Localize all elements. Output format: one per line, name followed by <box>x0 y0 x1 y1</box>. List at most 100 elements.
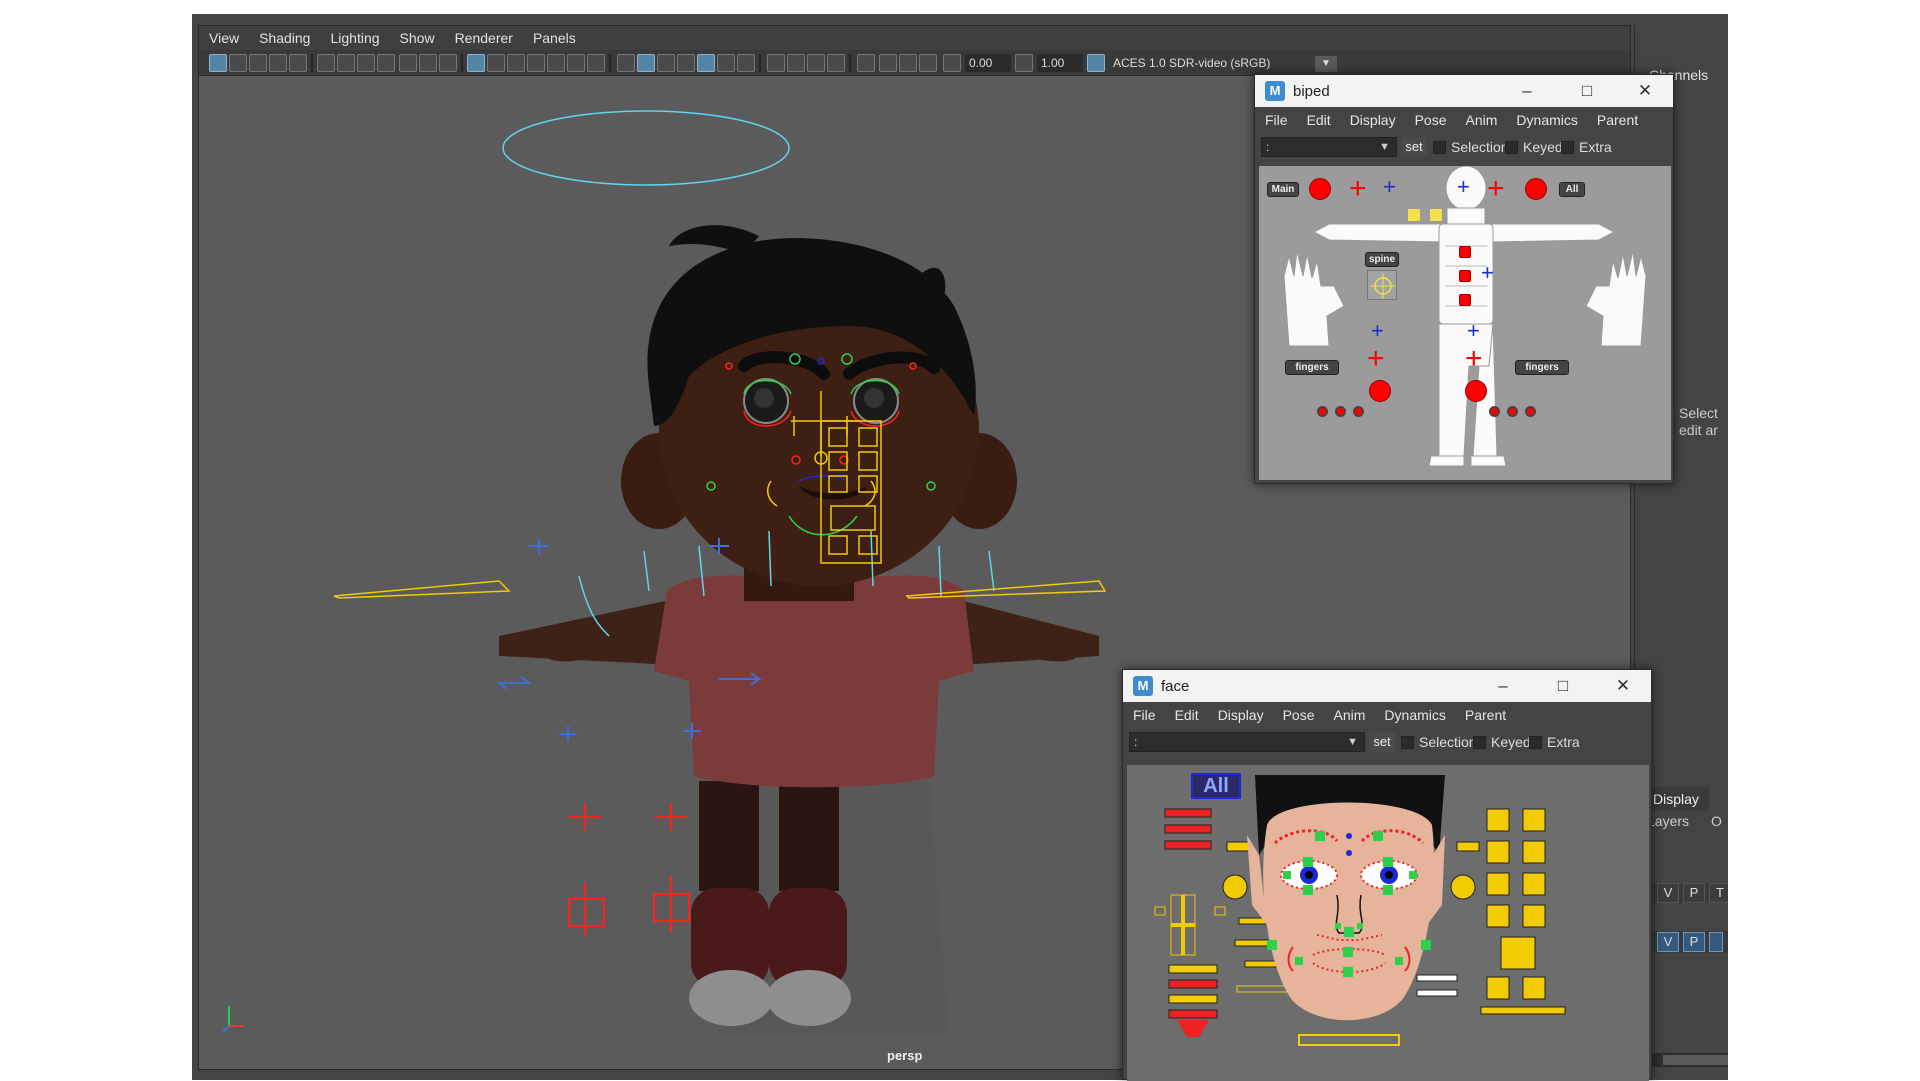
menu-parent[interactable]: Parent <box>1465 707 1506 723</box>
bookmark-icon[interactable] <box>377 54 395 72</box>
right-toe-control[interactable] <box>1507 406 1518 417</box>
scrollbar-thumb[interactable] <box>1663 1055 1728 1065</box>
camera-attributes-icon[interactable] <box>229 54 247 72</box>
ambient-occlusion-icon[interactable] <box>767 54 785 72</box>
left-shoulder-cross-icon[interactable]: + <box>1383 176 1396 198</box>
textured-icon[interactable] <box>697 54 715 72</box>
left-ik-fk-switch[interactable] <box>1309 178 1331 200</box>
menu-anim[interactable]: Anim <box>1466 112 1498 128</box>
select-camera-icon[interactable] <box>209 54 227 72</box>
exposure-icon[interactable] <box>943 54 961 72</box>
spine-mid-control[interactable] <box>1459 270 1471 282</box>
left-foot-control[interactable] <box>1369 380 1391 402</box>
fingers-right-button[interactable]: fingers <box>1515 360 1569 375</box>
isolate-icon[interactable] <box>399 54 417 72</box>
wireframe-on-shaded-icon[interactable] <box>677 54 695 72</box>
xray-active-icon[interactable] <box>899 54 917 72</box>
menu-display[interactable]: Display <box>1350 112 1396 128</box>
depth-of-field-icon[interactable] <box>827 54 845 72</box>
right-arm-pole-cross-icon[interactable]: + <box>1487 174 1505 204</box>
namespace-dropdown[interactable]: : ▼ <box>1261 137 1397 157</box>
set-button[interactable]: set <box>1401 137 1427 157</box>
dropdown-arrow-icon[interactable]: ▼ <box>1315 56 1337 72</box>
close-icon[interactable]: ✕ <box>1635 81 1655 101</box>
menu-anim[interactable]: Anim <box>1334 707 1366 723</box>
options-menu[interactable]: O <box>1711 813 1722 829</box>
template-toggle[interactable] <box>1709 932 1723 952</box>
visibility-toggle[interactable]: V <box>1657 883 1679 903</box>
menu-dynamics[interactable]: Dynamics <box>1384 707 1445 723</box>
smooth-shade-icon[interactable] <box>637 54 655 72</box>
template-toggle[interactable]: T <box>1709 883 1728 903</box>
left-toe-control[interactable] <box>1335 406 1346 417</box>
shadows-icon[interactable] <box>737 54 755 72</box>
exposure-field[interactable]: 0.00 <box>965 54 1011 72</box>
close-icon[interactable]: ✕ <box>1613 676 1633 696</box>
main-button[interactable]: Main <box>1267 182 1299 197</box>
antialiasing-icon[interactable] <box>807 54 825 72</box>
set-button[interactable]: set <box>1369 732 1395 752</box>
spine-button[interactable]: spine <box>1365 252 1399 267</box>
right-ik-fk-switch[interactable] <box>1525 178 1547 200</box>
menu-file[interactable]: File <box>1133 707 1156 723</box>
right-toe-control[interactable] <box>1525 406 1536 417</box>
minimize-icon[interactable]: – <box>1493 676 1513 696</box>
layers-menu[interactable]: Layers <box>1647 813 1689 829</box>
resolution-gate-icon[interactable] <box>507 54 525 72</box>
keyed-checkbox[interactable] <box>1473 736 1486 749</box>
menu-view[interactable]: View <box>209 30 239 46</box>
bookmarks-icon[interactable] <box>249 54 267 72</box>
menu-renderer[interactable]: Renderer <box>455 30 513 46</box>
default-material-icon[interactable] <box>657 54 675 72</box>
biped-titlebar[interactable]: M biped – □ ✕ <box>1255 75 1673 107</box>
safe-action-icon[interactable] <box>567 54 585 72</box>
menu-file[interactable]: File <box>1265 112 1288 128</box>
torso-cross-icon[interactable]: + <box>1481 262 1494 284</box>
menu-pose[interactable]: Pose <box>1283 707 1315 723</box>
minimize-icon[interactable]: – <box>1517 81 1537 101</box>
selection-checkbox[interactable] <box>1433 141 1446 154</box>
menu-edit[interactable]: Edit <box>1175 707 1199 723</box>
menu-parent[interactable]: Parent <box>1597 112 1638 128</box>
right-shoulder-cross-icon[interactable]: + <box>1457 176 1470 198</box>
gamma-icon[interactable] <box>1015 54 1033 72</box>
extra-checkbox[interactable] <box>1561 141 1574 154</box>
wireframe-icon[interactable] <box>617 54 635 72</box>
menu-dynamics[interactable]: Dynamics <box>1516 112 1577 128</box>
namespace-dropdown[interactable]: : ▼ <box>1129 732 1365 752</box>
left-arm-pole-cross-icon[interactable]: + <box>1349 174 1367 204</box>
fingers-left-button[interactable]: fingers <box>1285 360 1339 375</box>
face-titlebar[interactable]: M face – □ ✕ <box>1123 670 1651 702</box>
visibility-toggle[interactable]: V <box>1657 932 1679 952</box>
menu-edit[interactable]: Edit <box>1307 112 1331 128</box>
menu-shading[interactable]: Shading <box>259 30 310 46</box>
right-knee-cross-icon[interactable]: + <box>1465 344 1483 374</box>
horizontal-scrollbar[interactable] <box>1649 1053 1728 1067</box>
lighting-icon[interactable] <box>717 54 735 72</box>
color-management-icon[interactable] <box>1087 54 1105 72</box>
hip-control[interactable] <box>1459 294 1471 306</box>
right-toe-control[interactable] <box>1489 406 1500 417</box>
safe-title-icon[interactable] <box>587 54 605 72</box>
paint-icon[interactable] <box>439 54 457 72</box>
grease-pencil-icon[interactable] <box>317 54 335 72</box>
film-gate-toggle-icon[interactable] <box>487 54 505 72</box>
image-plane-icon[interactable] <box>269 54 287 72</box>
spine-control-icon[interactable] <box>1367 270 1397 300</box>
2d-pan-zoom-icon[interactable] <box>289 54 307 72</box>
menu-panels[interactable]: Panels <box>533 30 576 46</box>
isolate-select-icon[interactable] <box>857 54 875 72</box>
motion-blur-icon[interactable] <box>787 54 805 72</box>
left-toe-control[interactable] <box>1317 406 1328 417</box>
right-foot-control[interactable] <box>1465 380 1487 402</box>
menu-lighting[interactable]: Lighting <box>330 30 379 46</box>
field-chart-icon[interactable] <box>547 54 565 72</box>
left-toe-control[interactable] <box>1353 406 1364 417</box>
component-icon[interactable] <box>919 54 937 72</box>
display-tab[interactable]: Display <box>1647 787 1709 811</box>
extra-checkbox[interactable] <box>1529 736 1542 749</box>
playback-toggle[interactable]: P <box>1683 932 1705 952</box>
gate-mask-icon[interactable] <box>527 54 545 72</box>
playback-toggle[interactable]: P <box>1683 883 1705 903</box>
grid-icon[interactable] <box>467 54 485 72</box>
